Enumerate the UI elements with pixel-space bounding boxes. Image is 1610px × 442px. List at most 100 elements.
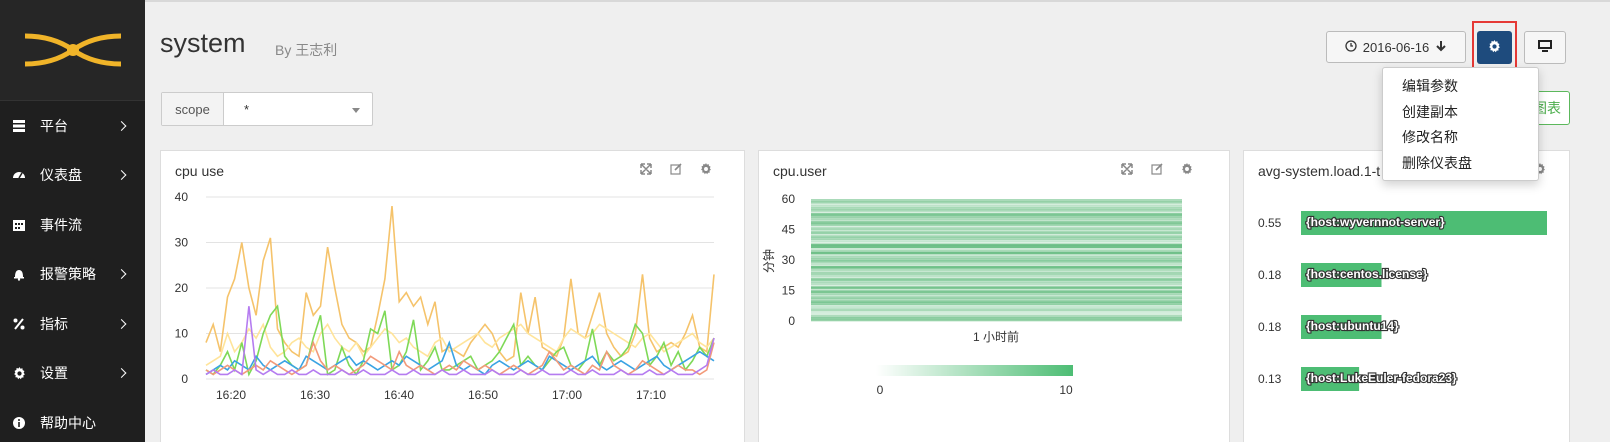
heatmap-row [811,276,1182,279]
clock-icon [1345,39,1357,55]
x-tick-label: 17:10 [636,388,666,402]
heatmap-row [811,308,1182,312]
bell-icon [12,267,26,281]
percent-icon [12,317,26,331]
sidebar: 平台 仪表盘事件流报警策略指标设置帮助中心 [0,0,145,442]
series-line-4 [205,340,715,376]
monitor-icon [1537,39,1553,56]
heatmap-row [811,296,1182,299]
x-tick-label: 16:40 [384,388,414,402]
heatmap-row [811,219,1182,222]
menu-item-rename[interactable]: 修改名称 [1383,125,1538,151]
heatmap-row [811,257,1182,261]
heatmap-row [811,278,1182,281]
heatmap-row [811,306,1182,310]
heatmap-row [811,272,1182,275]
sidebar-item-3[interactable]: 报警策略 [0,250,145,300]
heatmap-row [811,260,1182,263]
heatmap-row [811,213,1182,216]
x-tick-label: 16:20 [216,388,246,402]
sidebar-item-label: 事件流 [40,216,82,233]
y-tick-label: 45 [782,223,796,237]
heatmap-row [811,286,1182,289]
heatmap-row [811,316,1182,320]
heatmap-row [811,264,1182,267]
tv-mode-button[interactable] [1524,31,1566,64]
heatmap-row [811,199,1182,202]
heatmap-row [811,268,1182,271]
heatmap-row [811,280,1182,283]
x-axis-label: 1 小时前 [973,329,1019,344]
y-tick-label: 40 [175,190,189,204]
y-axis-label: 分钟 [761,249,776,273]
bar-value-label: 0.13 [1258,372,1282,386]
heatmap-row [811,312,1182,316]
heatmap-row [811,215,1182,218]
heatmap-row [811,225,1182,228]
y-tick-label: 30 [782,253,796,267]
date-picker-button[interactable]: 2016-06-16 [1326,31,1466,63]
heatmap-row [811,251,1182,255]
heatmap-row [811,247,1182,251]
sidebar-item-0[interactable]: 平台 [0,101,145,151]
heatmap-row [811,270,1182,273]
heatmap-row [811,217,1182,220]
heatmap-row [811,245,1182,249]
heatmap-row [811,304,1182,308]
sidebar-item-1[interactable]: 仪表盘 [0,151,145,201]
chevron-right-icon [116,120,127,131]
heatmap-row [811,294,1182,297]
heatmap-row [811,201,1182,204]
sidebar-item-label: 报警策略 [40,266,96,283]
sidebar-item-2[interactable]: 事件流 [0,200,145,250]
sidebar-item-4[interactable]: 指标 [0,299,145,349]
calendar-icon [12,218,26,232]
x-tick-label: 16:50 [468,388,498,402]
info-icon [12,416,26,430]
heatmap-row [811,292,1182,295]
color-scale-bar [876,365,1073,376]
heatmap-row [811,318,1182,322]
eye-logo-icon[interactable] [0,0,145,101]
scale-min-label: 0 [877,383,884,397]
heatmap-row [811,298,1182,301]
sidebar-item-label: 指标 [40,315,68,332]
scope-label: scope [162,93,224,125]
heatmap-row [811,284,1182,287]
bar-value-label: 0.18 [1258,320,1282,334]
scope-select[interactable]: * [224,93,372,125]
heatmap-row [811,207,1182,210]
settings-button[interactable] [1477,31,1512,64]
heatmap-row [811,221,1182,224]
scale-max-label: 10 [1059,383,1073,397]
caret-down-icon [352,108,360,113]
line-chart: 0 10 20 30 40 16:20 16:30 16:40 16:50 17:00 17:10 [175,190,715,402]
sidebar-item-6[interactable]: 帮助中心 [0,398,145,442]
chevron-right-icon [116,318,127,329]
menu-item-delete-dashboard[interactable]: 删除仪表盘 [1383,151,1538,177]
heatmap-row [811,235,1182,238]
settings-dropdown-menu: 编辑参数 创建副本 修改名称 删除仪表盘 [1382,67,1539,181]
menu-item-edit-params[interactable]: 编辑参数 [1383,74,1538,100]
bar-value-label: 0.18 [1258,268,1282,282]
heatmap-row [811,239,1182,242]
page-subtitle: By 王志利 [275,42,338,58]
y-tick-label: 20 [175,281,189,295]
heatmap-row [811,233,1182,236]
heatmap-row [811,314,1182,318]
bar-category-label: {host:wyvernnot-server} [1306,215,1445,229]
dashboard-icon [12,168,26,182]
heatmap-row [811,266,1182,269]
heatmap-row [811,310,1182,314]
y-tick-label: 0 [181,372,188,386]
heatmap-row [811,227,1182,230]
sidebar-item-label: 设置 [40,365,68,382]
menu-item-duplicate[interactable]: 创建副本 [1383,100,1538,126]
heatmap-row [811,300,1182,303]
sidebar-item-5[interactable]: 设置 [0,349,145,399]
panel-cpu-user: cpu.user 0 15 30 45 60 分钟 1 小时前 0 10 [758,150,1230,442]
heatmap-row [811,243,1182,247]
y-tick-label: 10 [175,327,189,341]
heatmap-row [811,282,1182,285]
scope-value: * [244,101,250,117]
